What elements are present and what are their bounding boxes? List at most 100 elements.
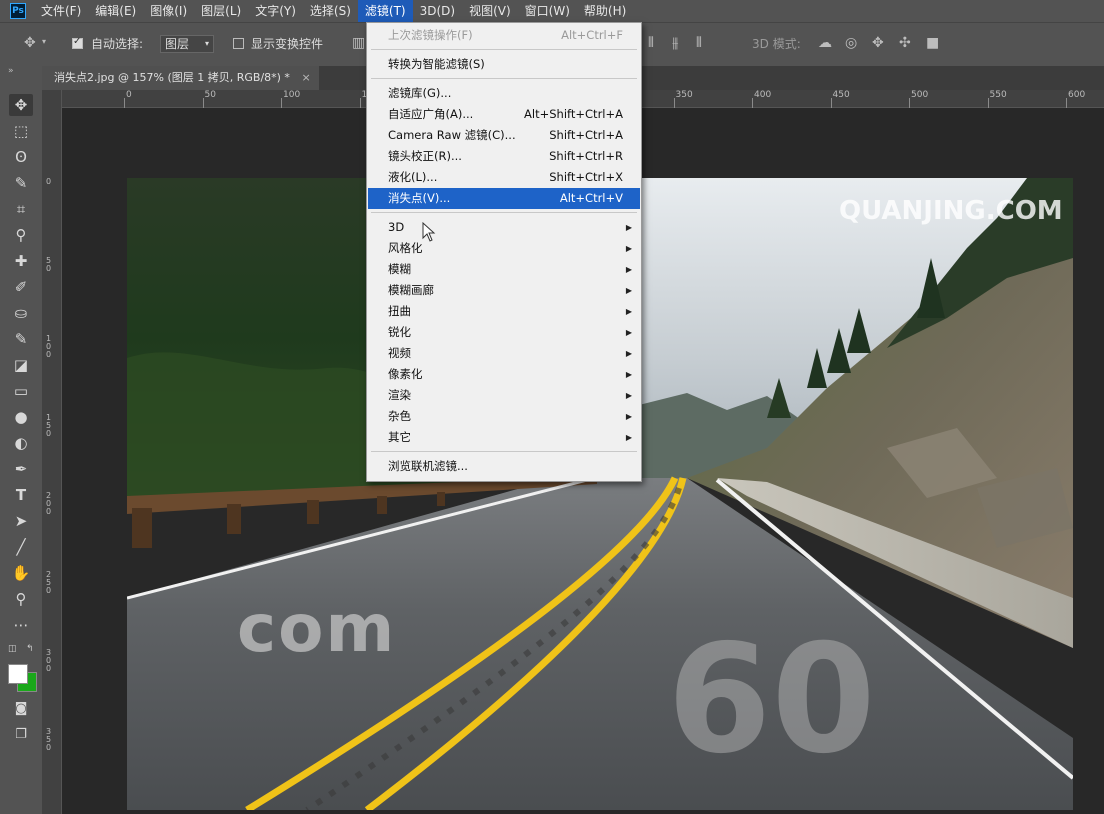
hand-tool-icon[interactable]: ✋: [9, 562, 33, 584]
filter-menu-item-label: 转换为智能滤镜(S): [388, 57, 485, 71]
filter-menu-item[interactable]: 液化(L)... Shift+Ctrl+X: [368, 167, 640, 188]
move-tool-icon[interactable]: ✥: [9, 94, 33, 116]
filter-menu-item[interactable]: 3D ▶: [368, 217, 640, 238]
ruler-tick-label: 300: [46, 648, 52, 673]
filter-menu-item[interactable]: 消失点(V)... Alt+Ctrl+V: [368, 188, 640, 209]
menu-7[interactable]: 3D(D): [413, 0, 462, 22]
menu-0[interactable]: 文件(F): [34, 0, 88, 22]
ruler-tick-label: 350: [675, 90, 693, 100]
filter-menu-item[interactable]: 转换为智能滤镜(S): [368, 54, 640, 75]
filter-menu-item-label: 渲染: [388, 388, 411, 402]
menu-5[interactable]: 选择(S): [303, 0, 358, 22]
collapse-panel-icon[interactable]: »: [8, 66, 14, 76]
document-tab[interactable]: 消失点2.jpg @ 157% (图层 1 拷贝, RGB/8*) * ×: [42, 66, 319, 90]
document-tab-title: 消失点2.jpg @ 157% (图层 1 拷贝, RGB/8*) *: [54, 71, 290, 84]
vertical-ruler[interactable]: 0 50 100 150 200 250 300 350: [42, 90, 62, 814]
filter-menu-item-label: 镜头校正(R)...: [388, 149, 462, 163]
filter-menu-item[interactable]: 像素化 ▶: [368, 364, 640, 385]
gradient-tool-icon[interactable]: ▭: [9, 380, 33, 402]
clone-stamp-tool-icon[interactable]: ⛀: [9, 302, 33, 324]
more-tools-icon[interactable]: ⋯: [9, 614, 33, 636]
tool-preset-chevron-icon[interactable]: ▾: [42, 37, 46, 46]
filter-menu-item[interactable]: 模糊画廊 ▶: [368, 280, 640, 301]
brush-tool-icon[interactable]: ✐: [9, 276, 33, 298]
filter-menu-item[interactable]: Camera Raw 滤镜(C)... Shift+Ctrl+A: [368, 125, 640, 146]
show-transform-label: 显示变换控件: [251, 37, 324, 51]
filter-menu-item-label: 其它: [388, 430, 411, 444]
ruler-tick-label: 50: [46, 255, 52, 273]
filter-menu-item[interactable]: 锐化 ▶: [368, 322, 640, 343]
menu-4[interactable]: 文字(Y): [248, 0, 303, 22]
show-transform-checkbox[interactable]: [233, 38, 244, 49]
menu-6[interactable]: 滤镜(T): [357, 0, 413, 22]
filter-menu-item[interactable]: 滤镜库(G)...: [368, 83, 640, 104]
auto-select-target-dropdown[interactable]: 图层 ▾: [160, 35, 214, 53]
type-tool-icon[interactable]: T: [9, 484, 33, 506]
marquee-tool-icon[interactable]: ⬚: [9, 120, 33, 142]
3d-orbit-icon[interactable]: ☁: [818, 35, 832, 51]
filter-menu-item[interactable]: 其它 ▶: [368, 427, 640, 448]
distribute-horizontal-icon[interactable]: ⫴: [648, 35, 654, 51]
filter-menu-item[interactable]: 扭曲 ▶: [368, 301, 640, 322]
filter-menu-item[interactable]: 镜头校正(R)... Shift+Ctrl+R: [368, 146, 640, 167]
filter-menu-item-label: 3D: [388, 220, 405, 234]
move-tool-icon[interactable]: ✥: [24, 35, 36, 51]
swap-colors-icon[interactable]: ↰: [26, 644, 34, 654]
dodge-tool-icon[interactable]: ◐: [9, 432, 33, 454]
submenu-arrow-icon: ▶: [625, 412, 632, 421]
zoom-tool-icon[interactable]: ⚲: [9, 588, 33, 610]
path-selection-tool-icon[interactable]: ➤: [9, 510, 33, 532]
menu-8[interactable]: 视图(V): [462, 0, 518, 22]
3d-scale-icon[interactable]: ■: [926, 35, 939, 51]
foreground-color-swatch[interactable]: [8, 664, 28, 684]
quick-mask-icon[interactable]: ◙: [9, 698, 33, 720]
line-tool-icon[interactable]: ╱: [9, 536, 33, 558]
menu-9[interactable]: 窗口(W): [518, 0, 577, 22]
blur-tool-icon[interactable]: ●: [9, 406, 33, 428]
filter-menu-item[interactable]: 模糊 ▶: [368, 259, 640, 280]
ruler-tick-label: 600: [1068, 90, 1086, 100]
healing-brush-tool-icon[interactable]: ✚: [9, 250, 33, 272]
filter-menu-item[interactable]: 风格化 ▶: [368, 238, 640, 259]
filter-menu-item[interactable]: 视频 ▶: [368, 343, 640, 364]
history-brush-tool-icon[interactable]: ✎: [9, 328, 33, 350]
menu-1[interactable]: 编辑(E): [88, 0, 143, 22]
filter-menu-item-shortcut: Shift+Ctrl+A: [549, 128, 623, 142]
3d-pan-icon[interactable]: ✥: [872, 35, 884, 51]
menu-2[interactable]: 图像(I): [143, 0, 194, 22]
auto-select-label: 自动选择:: [91, 37, 144, 51]
lasso-tool-icon[interactable]: ʘ: [9, 146, 33, 168]
menu-bar: Ps 文件(F) 编辑(E) 图像(I) 图层(L) 文字(Y) 选择(S) 滤镜(T) 3D…: [0, 0, 1104, 22]
filter-menu-item[interactable]: 浏览联机滤镜...: [368, 456, 640, 477]
ruler-tick-label: 250: [46, 569, 52, 595]
ruler-tick-label: 0: [126, 90, 132, 100]
filter-menu-item: 上次滤镜操作(F) Alt+Ctrl+F: [368, 25, 640, 46]
pen-tool-icon[interactable]: ✒: [9, 458, 33, 480]
filter-menu-item-label: 杂色: [388, 409, 411, 423]
filter-menu-item-shortcut: Shift+Ctrl+X: [549, 170, 623, 184]
filter-menu-item[interactable]: 渲染 ▶: [368, 385, 640, 406]
watermark-number: 60: [667, 613, 876, 787]
menu-separator: [371, 49, 637, 50]
menu-3[interactable]: 图层(L): [194, 0, 248, 22]
auto-select-checkbox[interactable]: [72, 36, 83, 49]
eyedropper-tool-icon[interactable]: ⚲: [9, 224, 33, 246]
ruler-tick-label: 100: [283, 90, 301, 100]
3d-mode-label: 3D 模式:: [752, 37, 801, 51]
default-colors-icon[interactable]: ◫: [8, 644, 17, 654]
distribute-center-icon[interactable]: ⫵: [672, 35, 678, 51]
menu-10[interactable]: 帮助(H): [577, 0, 633, 22]
3d-slide-icon[interactable]: ✣: [899, 35, 911, 51]
close-icon[interactable]: ×: [301, 71, 310, 84]
3d-roll-icon[interactable]: ◎: [845, 35, 857, 51]
align-top-icon[interactable]: ▥: [352, 35, 365, 51]
quick-select-tool-icon[interactable]: ✎: [9, 172, 33, 194]
filter-menu-item-shortcut: Alt+Ctrl+F: [561, 28, 623, 42]
menu-separator: [371, 212, 637, 213]
crop-tool-icon[interactable]: ⌗: [9, 198, 33, 220]
screen-mode-icon[interactable]: ❐: [9, 724, 33, 746]
filter-menu-item[interactable]: 自适应广角(A)... Alt+Shift+Ctrl+A: [368, 104, 640, 125]
distribute-right-icon[interactable]: ⫴: [696, 35, 702, 51]
filter-menu-item[interactable]: 杂色 ▶: [368, 406, 640, 427]
eraser-tool-icon[interactable]: ◪: [9, 354, 33, 376]
